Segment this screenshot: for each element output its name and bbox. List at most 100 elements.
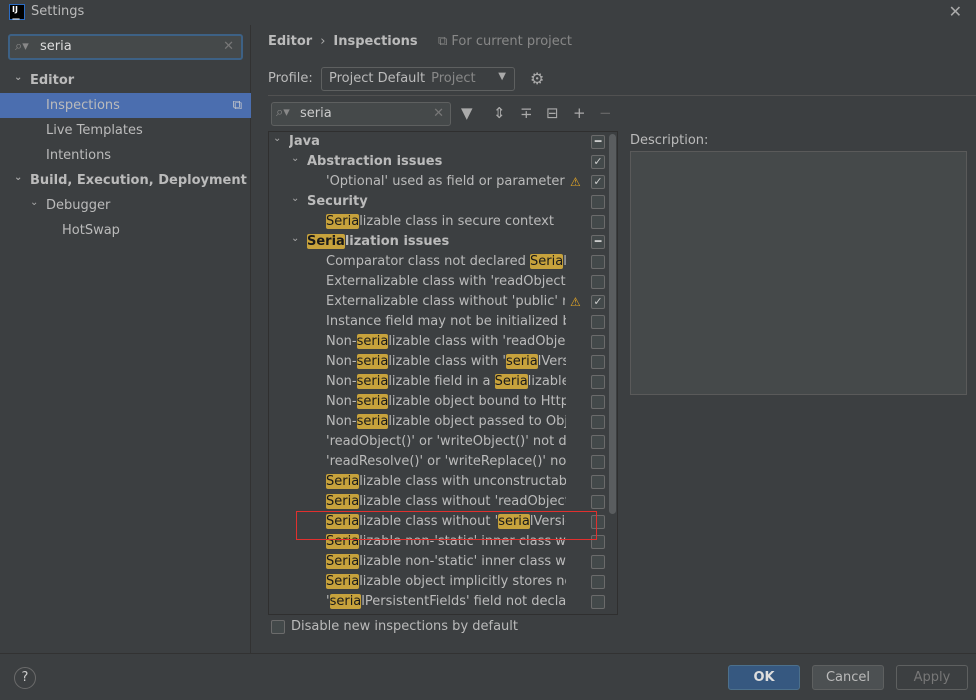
divider (268, 95, 976, 96)
checkbox-label: Disable new inspections by default (291, 619, 519, 634)
breadcrumb: Editor › Inspections (268, 34, 418, 49)
chevron-down-icon[interactable]: ⌄ (291, 149, 299, 169)
checkbox[interactable] (591, 575, 605, 589)
tree-row[interactable]: 'Optional' used as field or parameter ty… (269, 172, 609, 192)
tree-row[interactable]: Serializable class without 'readObject()… (269, 492, 609, 512)
row-label: Non-serializable class with 'readObject(… (326, 332, 566, 352)
chevron-down-icon[interactable]: ⌄ (273, 132, 281, 149)
remove-icon: − (599, 104, 612, 122)
sidebar-item-label: Inspections (46, 98, 120, 113)
checkbox[interactable] (271, 619, 285, 634)
checkbox[interactable] (591, 375, 605, 389)
title-bar: IJ — Settings ✕ (0, 0, 976, 24)
checkbox-checked[interactable]: ✓ (591, 295, 605, 309)
ok-button[interactable]: OK (728, 665, 800, 690)
checkbox-checked[interactable]: ✓ (591, 155, 605, 169)
filter-icon[interactable]: ▼ (461, 104, 473, 122)
checkbox[interactable] (591, 435, 605, 449)
tree-row[interactable]: Serializable non-'static' inner class wi… (269, 552, 609, 572)
search-icon: ⌕▾ (15, 39, 29, 54)
clear-icon[interactable]: ✕ (223, 39, 234, 54)
close-icon[interactable]: ✕ (949, 2, 962, 21)
sidebar-item-label: Intentions (46, 148, 112, 163)
tree-row[interactable]: ⌄ Abstraction issues ✓ (269, 152, 609, 172)
checkbox[interactable] (591, 275, 605, 289)
tree-row[interactable]: ⌄ Serialization issues ━ (269, 232, 609, 252)
checkbox[interactable] (591, 215, 605, 229)
checkbox[interactable] (591, 195, 605, 209)
copy-icon: ⧉ (438, 34, 452, 49)
sidebar-item[interactable]: ⌄ Debugger (0, 193, 251, 218)
filter-value[interactable]: seria (300, 106, 332, 121)
settings-search-input[interactable]: ⌕▾ seria ✕ (8, 34, 243, 60)
chevron-down-icon[interactable]: ⌄ (14, 165, 22, 190)
label-segment: lizable object bound to HttpSes (388, 394, 566, 409)
tree-row[interactable]: Comparator class not declared Serializab… (269, 252, 609, 272)
tree-row[interactable]: Non-serializable class with 'serialVersi… (269, 352, 609, 372)
checkbox[interactable] (591, 475, 605, 489)
add-icon[interactable]: + (573, 104, 586, 122)
search-value[interactable]: seria (40, 39, 72, 54)
tree-row[interactable]: Instance field may not be initialized by… (269, 312, 609, 332)
breadcrumb-current: Inspections (333, 34, 418, 49)
annotation-highlight-box (296, 511, 597, 540)
checkbox-mixed[interactable]: ━ (591, 235, 605, 249)
tree-row[interactable]: Externalizable class without 'public' no… (269, 292, 609, 312)
warning-icon: ⚠ (570, 295, 581, 309)
collapse-all-icon[interactable]: ∓ (520, 104, 533, 122)
tree-row[interactable]: Non-serializable object bound to HttpSes (269, 392, 609, 412)
disable-new-inspections-checkbox[interactable]: Disable new inspections by default (271, 619, 518, 634)
expand-all-icon[interactable]: ⇕ (493, 104, 506, 122)
chevron-down-icon[interactable]: ⌄ (291, 189, 299, 209)
scrollbar[interactable] (609, 134, 616, 514)
tree-row[interactable]: Externalizable class with 'readObject()'… (269, 272, 609, 292)
chevron-down-icon[interactable]: ⌄ (30, 190, 38, 215)
tree-row[interactable]: Serializable object implicitly stores no… (269, 572, 609, 592)
checkbox-checked[interactable]: ✓ (591, 175, 605, 189)
tree-row[interactable]: Non-serializable object passed to Object (269, 412, 609, 432)
help-button[interactable]: ? (14, 667, 36, 689)
sidebar-item[interactable]: HotSwap (0, 218, 251, 243)
checkbox[interactable] (591, 455, 605, 469)
checkbox[interactable] (591, 595, 605, 609)
checkbox[interactable] (591, 495, 605, 509)
tree-row[interactable]: Non-serializable field in a Serializable… (269, 372, 609, 392)
sidebar-item[interactable]: Live Templates (0, 118, 251, 143)
chevron-down-icon[interactable]: ⌄ (14, 65, 22, 90)
profile-dropdown[interactable]: Project Default Project ▼ (321, 67, 515, 91)
inspection-filter-input[interactable]: ⌕▾ seria ✕ (271, 102, 451, 126)
checkbox[interactable] (591, 255, 605, 269)
label-segment: lizable cla (527, 374, 566, 389)
sidebar-item[interactable]: Intentions (0, 143, 251, 168)
checkbox[interactable] (591, 335, 605, 349)
tree-row[interactable]: Non-serializable class with 'readObject(… (269, 332, 609, 352)
chevron-down-icon[interactable]: ⌄ (291, 229, 299, 249)
search-match: Seria (326, 574, 360, 589)
checkbox[interactable] (591, 555, 605, 569)
sidebar-item[interactable]: Inspections ⧉ (0, 93, 251, 118)
sidebar-item-label: Live Templates (46, 123, 143, 138)
tree-row[interactable]: 'serialPersistentFields' field not decla… (269, 592, 609, 612)
breadcrumb-parent[interactable]: Editor (268, 34, 312, 49)
checkbox[interactable] (591, 395, 605, 409)
tree-row[interactable]: ⌄ Security (269, 192, 609, 212)
clear-icon[interactable]: ✕ (433, 106, 444, 121)
tree-row[interactable]: Serializable class in secure context (269, 212, 609, 232)
gear-icon[interactable]: ⚙ (530, 69, 544, 88)
cancel-button[interactable]: Cancel (812, 665, 884, 690)
tree-row[interactable]: Serializable class with unconstructable … (269, 472, 609, 492)
reset-icon[interactable]: ⊟ (546, 104, 559, 122)
search-match: Seria (326, 554, 360, 569)
checkbox[interactable] (591, 315, 605, 329)
settings-sidebar: ⌕▾ seria ✕ ⌄ Editor Inspections ⧉ Live Templ… (0, 25, 251, 653)
tree-row[interactable]: 'readObject()' or 'writeObject()' not de… (269, 432, 609, 452)
tree-row[interactable]: ⌄ Java ━ (269, 132, 609, 152)
sidebar-item[interactable]: ⌄ Editor (0, 68, 251, 93)
checkbox-mixed[interactable]: ━ (591, 135, 605, 149)
chevron-right-icon: › (320, 34, 326, 49)
checkbox[interactable] (591, 355, 605, 369)
label-segment: Non- (326, 414, 357, 429)
checkbox[interactable] (591, 415, 605, 429)
tree-row[interactable]: 'readResolve()' or 'writeReplace()' not … (269, 452, 609, 472)
scope-text: For current project (451, 34, 573, 49)
